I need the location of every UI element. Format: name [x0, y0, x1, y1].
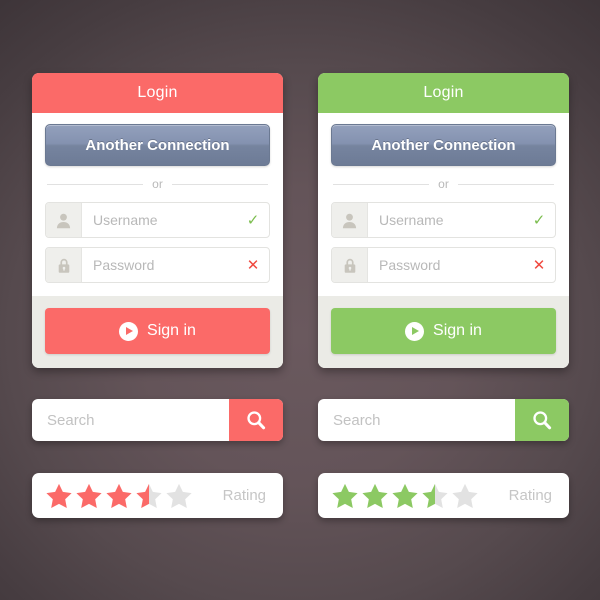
divider-line-left	[47, 183, 144, 185]
or-divider-red: or	[47, 177, 269, 191]
rating-label-green: Rating	[508, 487, 552, 504]
password-field-red[interactable]: Password ✕	[45, 247, 270, 283]
sign-in-button-green[interactable]: Sign in	[331, 308, 556, 354]
password-input[interactable]: Password	[368, 257, 523, 273]
ui-kit-canvas: Login Another Connection or Username ✓ P…	[0, 0, 600, 600]
rating-bar-red[interactable]: Rating	[32, 473, 283, 518]
password-invalid-icon: ✕	[532, 257, 546, 274]
sign-in-label: Sign in	[433, 322, 482, 339]
or-divider-green: or	[333, 177, 555, 191]
login-card-body-green: Another Connection or Username ✓ Passwor…	[318, 113, 569, 296]
divider-line-right	[457, 183, 555, 185]
star-icon-empty[interactable]	[165, 482, 193, 510]
star-icon-full[interactable]	[361, 482, 389, 510]
star-icon-full[interactable]	[331, 482, 359, 510]
search-bar-red[interactable]: Search	[32, 399, 283, 441]
play-circle-icon	[405, 321, 425, 341]
star-icon-half[interactable]	[135, 482, 163, 510]
login-card-body-red: Another Connection or Username ✓ Passwor…	[32, 113, 283, 296]
user-icon	[46, 203, 82, 237]
username-valid-icon: ✓	[532, 212, 546, 229]
lock-icon	[46, 248, 82, 282]
password-field-green[interactable]: Password ✕	[331, 247, 556, 283]
sign-in-label: Sign in	[147, 322, 196, 339]
user-icon	[332, 203, 368, 237]
search-bar-green[interactable]: Search	[318, 399, 569, 441]
another-connection-button-green[interactable]: Another Connection	[331, 124, 556, 166]
login-card-green: Login Another Connection or Username ✓ P…	[318, 73, 569, 368]
login-card-red: Login Another Connection or Username ✓ P…	[32, 73, 283, 368]
divider-line-right	[171, 183, 269, 185]
username-field-red[interactable]: Username ✓	[45, 202, 270, 238]
star-icon-full[interactable]	[75, 482, 103, 510]
star-group-green[interactable]	[318, 482, 479, 510]
password-invalid-icon: ✕	[246, 257, 260, 274]
star-icon-half[interactable]	[421, 482, 449, 510]
password-input[interactable]: Password	[82, 257, 237, 273]
sign-in-button-red[interactable]: Sign in	[45, 308, 270, 354]
play-circle-icon	[119, 321, 139, 341]
search-icon	[533, 411, 552, 430]
login-card-title-green: Login	[318, 73, 569, 113]
divider-label: or	[438, 177, 449, 191]
star-icon-full[interactable]	[45, 482, 73, 510]
username-input[interactable]: Username	[368, 212, 523, 228]
username-field-green[interactable]: Username ✓	[331, 202, 556, 238]
star-icon-empty[interactable]	[451, 482, 479, 510]
divider-line-left	[333, 183, 430, 185]
another-connection-button-red[interactable]: Another Connection	[45, 124, 270, 166]
rating-label-red: Rating	[222, 487, 266, 504]
username-input[interactable]: Username	[82, 212, 237, 228]
login-card-footer-green: Sign in	[318, 296, 569, 368]
star-icon-full[interactable]	[105, 482, 133, 510]
lock-icon	[332, 248, 368, 282]
search-button-red[interactable]	[229, 399, 283, 441]
star-group-red[interactable]	[32, 482, 193, 510]
search-input[interactable]: Search	[32, 412, 229, 429]
login-card-title-red: Login	[32, 73, 283, 113]
star-icon-full[interactable]	[391, 482, 419, 510]
search-input[interactable]: Search	[318, 412, 515, 429]
search-button-green[interactable]	[515, 399, 569, 441]
search-icon	[247, 411, 266, 430]
login-card-footer-red: Sign in	[32, 296, 283, 368]
username-valid-icon: ✓	[246, 212, 260, 229]
divider-label: or	[152, 177, 163, 191]
rating-bar-green[interactable]: Rating	[318, 473, 569, 518]
